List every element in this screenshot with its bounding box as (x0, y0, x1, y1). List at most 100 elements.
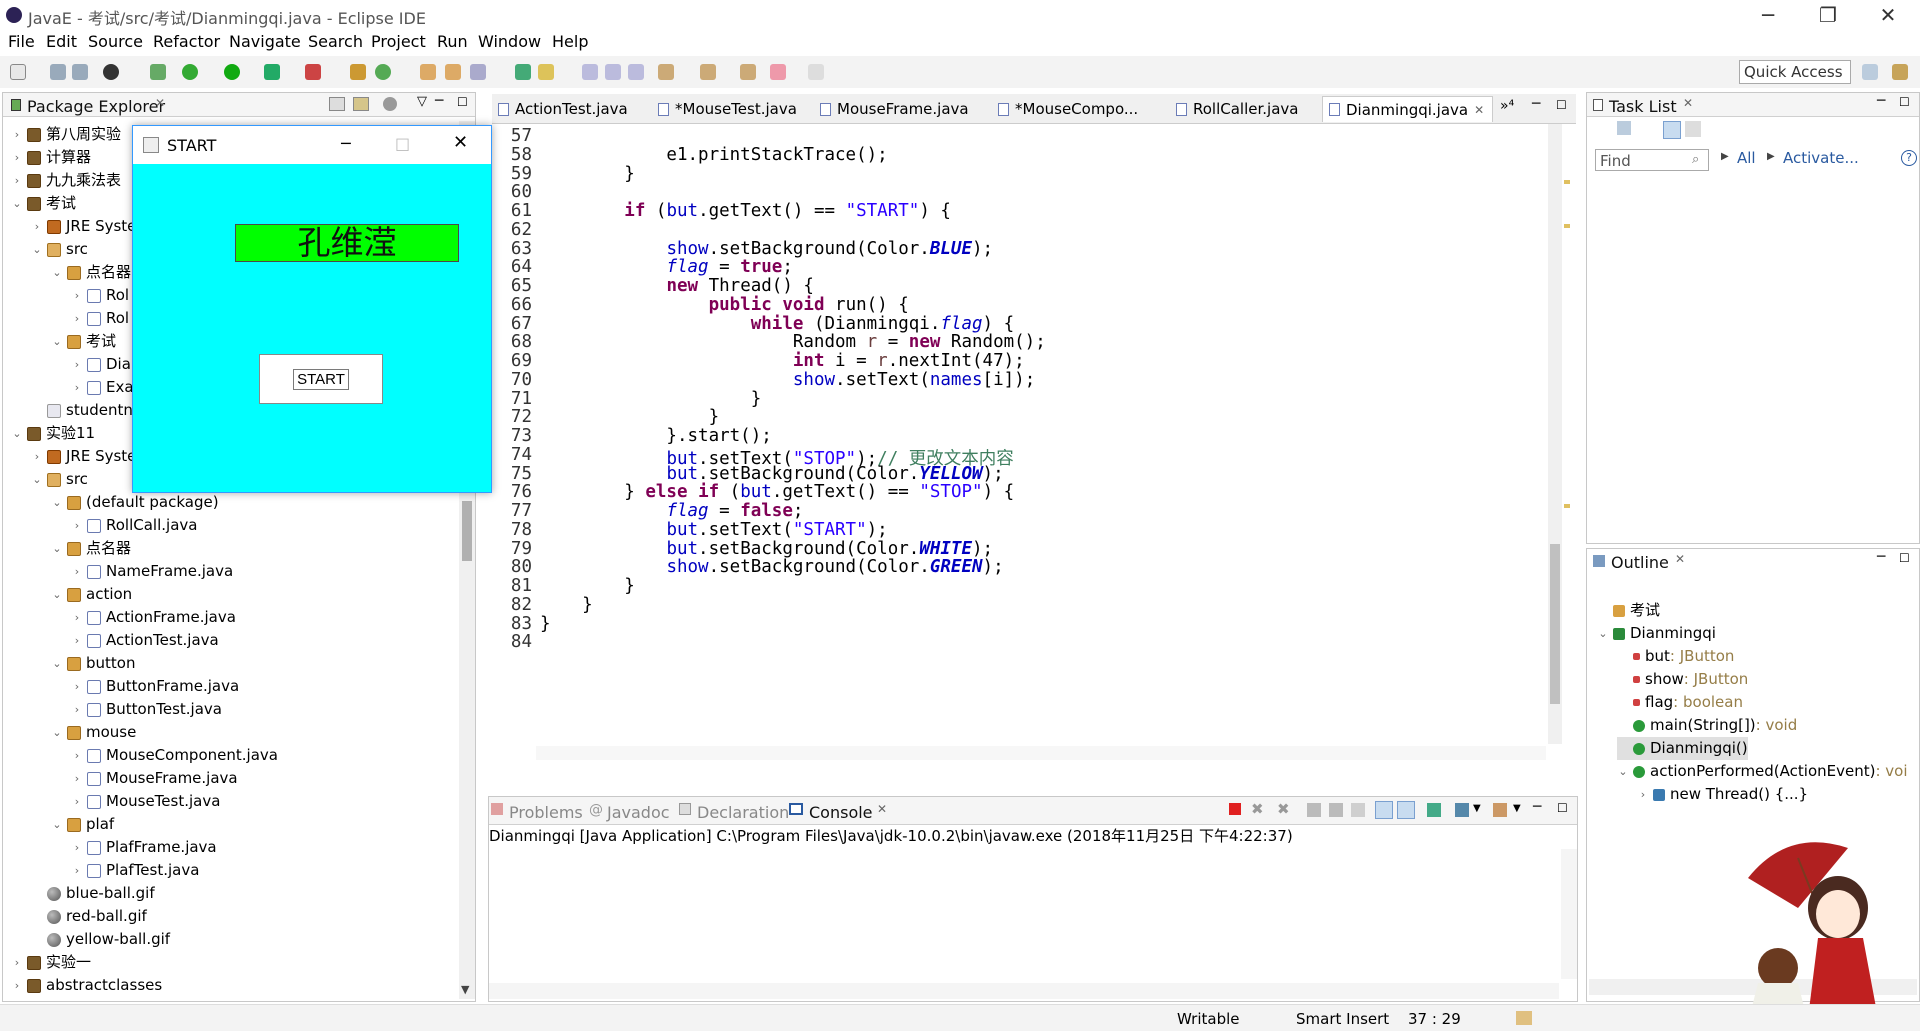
scrollbar-thumb[interactable] (1550, 544, 1560, 704)
expanded-icon[interactable]: ⌄ (31, 238, 43, 261)
expanded-icon[interactable]: ⌄ (51, 491, 63, 514)
collapsed-icon[interactable]: › (11, 169, 23, 192)
tab-dianmingqi[interactable]: Dianmingqi.java ✕ (1322, 96, 1494, 122)
maximize-button[interactable]: ❐ (1798, 0, 1858, 30)
collapsed-icon[interactable]: › (71, 836, 83, 859)
scrollbar-thumb[interactable] (462, 501, 472, 561)
package-tree-item[interactable]: › MouseComponent.java (71, 744, 278, 767)
terminate-icon[interactable] (1229, 803, 1241, 815)
package-tree-item[interactable]: ⌄ src (31, 468, 88, 491)
last-edit-icon[interactable] (740, 64, 756, 80)
open-task-icon[interactable] (445, 64, 461, 80)
package-tree-item[interactable]: › RollCall.java (71, 514, 198, 537)
collapsed-icon[interactable]: › (31, 215, 43, 238)
minimize-button[interactable]: ─ (1738, 0, 1798, 30)
package-tree-item[interactable]: studentn (31, 399, 133, 422)
package-tree-item[interactable]: › MouseFrame.java (71, 767, 238, 790)
all-link[interactable]: All (1737, 149, 1756, 167)
outline-item[interactable]: ⌄ actionPerformed(ActionEvent) : voi (1617, 760, 1907, 783)
menu-search[interactable]: Search (308, 32, 363, 51)
package-tree-item[interactable]: ⌄ button (51, 652, 135, 675)
maximize-console-icon[interactable]: ☐ (1557, 801, 1568, 815)
code-line[interactable]: } (540, 595, 593, 615)
tab-mousetest[interactable]: *MouseTest.java (652, 96, 805, 122)
package-tree-item[interactable]: red-ball.gif (31, 905, 147, 928)
debug-profile-icon[interactable] (103, 64, 119, 80)
outline-item[interactable]: Dianmingqi() (1617, 737, 1748, 760)
package-tree-item[interactable]: › JRE Syste (31, 215, 137, 238)
open-console-icon[interactable] (1493, 803, 1507, 817)
save-icon[interactable] (50, 64, 66, 80)
outline-item[interactable]: › new Thread() {...} (1637, 783, 1808, 806)
package-tree-item[interactable]: › PlafFrame.java (71, 836, 217, 859)
help-icon[interactable]: ? (1901, 150, 1917, 166)
expanded-icon[interactable]: ⌄ (11, 422, 23, 445)
start-button[interactable]: START (259, 354, 383, 404)
tab-mouseframe[interactable]: MouseFrame.java (814, 96, 977, 122)
expanded-icon[interactable]: ⌄ (51, 261, 63, 284)
collapsed-icon[interactable]: › (71, 744, 83, 767)
package-tree-item[interactable]: › Exa (71, 376, 134, 399)
menu-run[interactable]: Run (437, 32, 468, 51)
collapse-all-icon[interactable] (329, 97, 345, 111)
package-tree-item[interactable]: ⌄ src (31, 238, 88, 261)
package-tree-item[interactable]: ⌄ 考试 (11, 192, 76, 215)
code-line[interactable]: while (Dianmingqi.flag) { (540, 314, 1014, 334)
console-hscrollbar[interactable] (489, 983, 1559, 999)
mark-occurrences-icon[interactable] (538, 64, 554, 80)
code-line[interactable]: } else if (but.getText() == "STOP") { (540, 482, 1014, 502)
code-line[interactable]: but.setBackground(Color.WHITE); (540, 539, 993, 559)
tab-rollcaller[interactable]: RollCaller.java (1170, 96, 1306, 122)
start-maximize-button[interactable]: □ (395, 134, 410, 153)
menu-refactor[interactable]: Refactor (153, 32, 220, 51)
package-explorer-title[interactable]: Package Explorer (27, 97, 165, 116)
package-tree-item[interactable]: ⌄ 考试 (51, 330, 116, 353)
outline-item[interactable]: main(String[]) : void (1617, 714, 1797, 737)
start-close-button[interactable]: ✕ (453, 132, 468, 153)
view-menu-icon[interactable]: ▽ (417, 94, 427, 109)
code-line[interactable]: show.setText(names[i]); (540, 370, 1035, 390)
new-task-icon[interactable] (1617, 121, 1631, 135)
pin-console-icon[interactable] (1427, 803, 1441, 817)
close-view-icon[interactable]: ✕ (155, 96, 165, 110)
code-line[interactable]: int i = r.nextInt(47); (540, 351, 1025, 371)
overview-marker[interactable] (1564, 224, 1570, 228)
code-line[interactable]: show.setBackground(Color.GREEN); (540, 557, 1003, 577)
toggle-breadcrumb-icon[interactable] (515, 64, 531, 80)
minimize-editor-icon[interactable]: ─ (1532, 96, 1540, 112)
menu-window[interactable]: Window (478, 32, 541, 51)
collapsed-icon[interactable]: › (71, 698, 83, 721)
collapsed-icon[interactable]: › (71, 514, 83, 537)
java-perspective-icon[interactable] (1892, 64, 1908, 80)
package-tree-item[interactable]: › 计算器 (11, 146, 91, 169)
code-line[interactable]: if (but.getText() == "START") { (540, 201, 951, 221)
menu-edit[interactable]: Edit (46, 32, 77, 51)
categorized-icon[interactable] (1663, 121, 1681, 139)
package-tree-item[interactable]: › ActionTest.java (71, 629, 219, 652)
open-type-icon[interactable] (420, 64, 436, 80)
minimize-view-icon[interactable]: ─ (1877, 549, 1885, 565)
show-stderr-icon[interactable] (1397, 801, 1415, 819)
code-line[interactable]: new Thread() { (540, 276, 814, 296)
more-tabs-icon[interactable]: »⁴ (1500, 98, 1514, 114)
tab-mousecomponent[interactable]: *MouseCompo... (992, 96, 1146, 122)
collapsed-icon[interactable]: › (71, 376, 83, 399)
collapsed-icon[interactable]: › (11, 123, 23, 146)
maximize-view-icon[interactable]: ☐ (1899, 95, 1910, 109)
save-all-icon[interactable] (72, 64, 88, 80)
code-line[interactable]: } (540, 614, 551, 634)
package-tree-item[interactable]: ⌄ (default package) (51, 491, 218, 514)
code-line[interactable]: public void run() { (540, 295, 909, 315)
link-editor-icon[interactable] (353, 97, 369, 111)
code-line[interactable]: flag = false; (540, 501, 803, 521)
minimize-view-icon[interactable]: ─ (435, 93, 443, 109)
code-line[interactable]: Random r = new Random(); (540, 332, 1046, 352)
code-line[interactable]: show.setBackground(Color.BLUE); (540, 239, 993, 259)
collapsed-icon[interactable]: › (71, 859, 83, 882)
new-java-project-icon[interactable] (350, 64, 366, 80)
collapsed-icon[interactable]: › (71, 307, 83, 330)
package-tree-item[interactable]: ⌄ plaf (51, 813, 114, 836)
outline-item[interactable]: 考试 (1597, 599, 1660, 622)
collapsed-icon[interactable]: › (71, 675, 83, 698)
collapsed-icon[interactable]: › (71, 629, 83, 652)
